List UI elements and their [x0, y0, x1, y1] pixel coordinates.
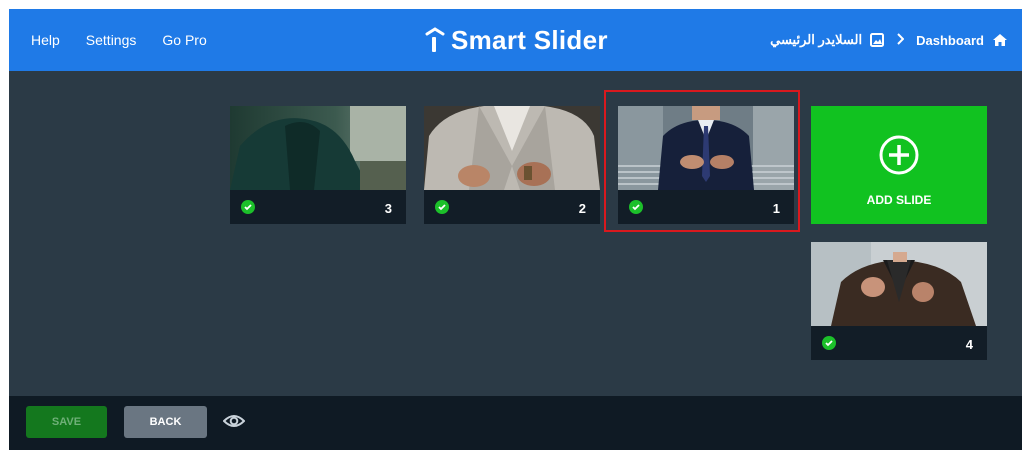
- breadcrumb-dashboard[interactable]: Dashboard: [916, 33, 984, 48]
- nav-help[interactable]: Help: [31, 32, 60, 48]
- home-icon[interactable]: [992, 33, 1008, 47]
- check-icon: [629, 200, 643, 214]
- top-bar: Help Settings Go Pro Smart Slider السلاي…: [9, 9, 1022, 71]
- plus-circle-icon: [879, 135, 919, 175]
- check-icon: [435, 200, 449, 214]
- slide-status-bar: 2: [424, 190, 600, 224]
- top-nav: Help Settings Go Pro: [31, 9, 207, 71]
- nav-settings[interactable]: Settings: [86, 32, 137, 48]
- nav-go-pro[interactable]: Go Pro: [162, 32, 206, 48]
- back-button[interactable]: BACK: [124, 406, 207, 438]
- check-icon: [241, 200, 255, 214]
- slide-number: 1: [772, 201, 780, 216]
- slide-status-bar: 1: [618, 190, 794, 224]
- footer-bar: SAVE BACK: [9, 396, 1022, 450]
- breadcrumb: السلايدر الرئيسي Dashboard: [770, 9, 1008, 71]
- add-slide-label: ADD SLIDE: [866, 193, 932, 207]
- slides-area: 3 2 1 ADD SLIDE 4: [9, 71, 1022, 396]
- slide-thumbnail[interactable]: [424, 106, 600, 190]
- slide-card-4[interactable]: 4: [811, 242, 987, 360]
- slide-thumbnail[interactable]: [811, 242, 987, 326]
- chevron-right-icon: [896, 32, 905, 48]
- save-button[interactable]: SAVE: [26, 406, 107, 438]
- breadcrumb-current[interactable]: السلايدر الرئيسي: [770, 32, 862, 48]
- slide-card-1[interactable]: 1: [618, 106, 794, 224]
- slide-card-3[interactable]: 3: [230, 106, 406, 224]
- slide-card-2[interactable]: 2: [424, 106, 600, 224]
- smart-slider-logo[interactable]: Smart Slider: [421, 23, 608, 57]
- slide-status-bar: 4: [811, 326, 987, 360]
- slide-thumbnail[interactable]: [618, 106, 794, 190]
- eye-icon[interactable]: [223, 412, 245, 430]
- slide-number: 2: [578, 201, 586, 216]
- add-slide-button[interactable]: ADD SLIDE: [811, 106, 987, 224]
- slide-thumbnail[interactable]: [230, 106, 406, 190]
- slide-status-bar: 3: [230, 190, 406, 224]
- app-frame: Help Settings Go Pro Smart Slider السلاي…: [9, 9, 1022, 450]
- logo-text: Smart Slider: [451, 24, 608, 55]
- check-icon: [822, 336, 836, 350]
- slide-number: 3: [384, 201, 392, 216]
- logo-icon: [425, 27, 445, 52]
- image-icon: [870, 33, 885, 47]
- slide-number: 4: [965, 337, 973, 352]
